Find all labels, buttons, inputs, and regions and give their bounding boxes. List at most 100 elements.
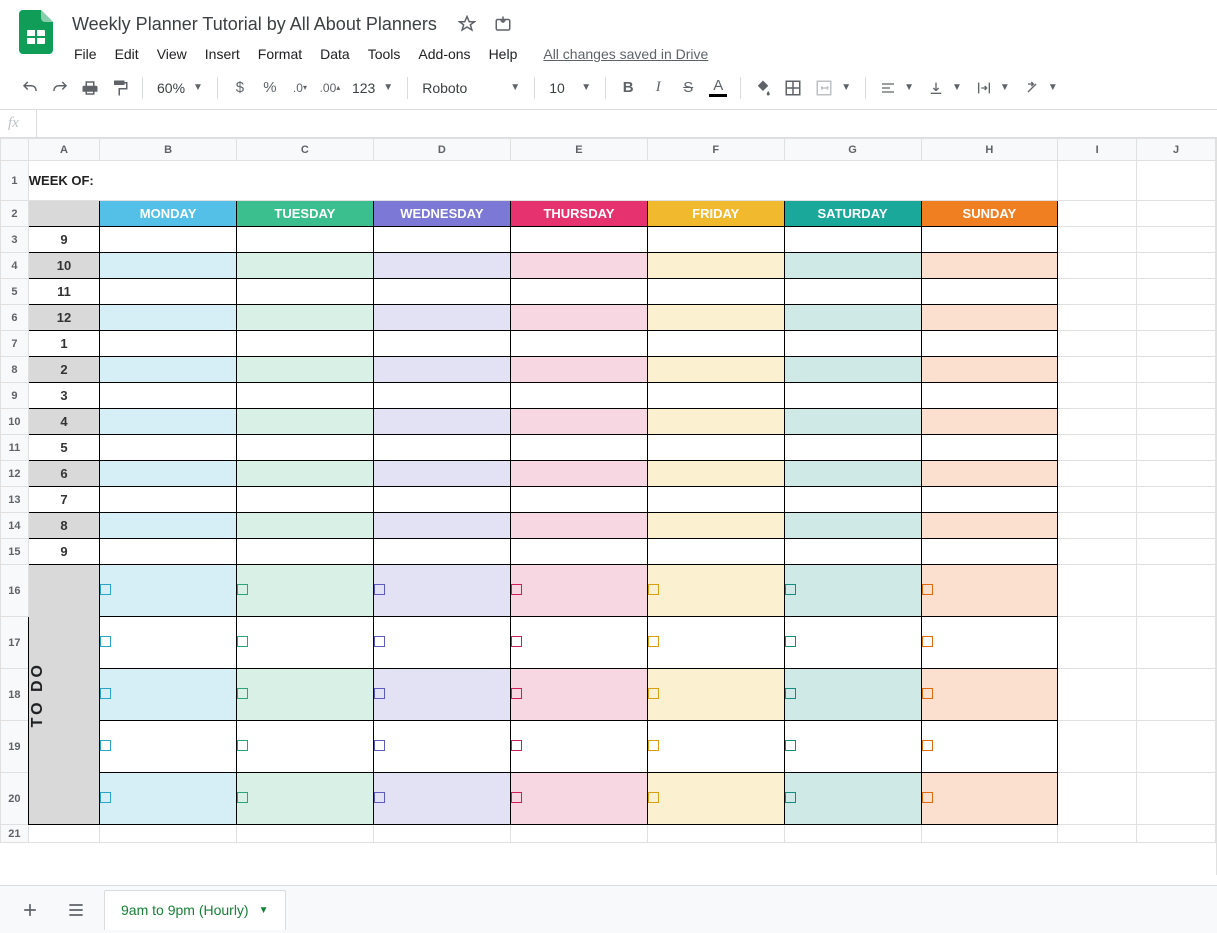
planner-slot[interactable]: [510, 383, 647, 409]
todo-cell[interactable]: [236, 721, 373, 773]
planner-slot[interactable]: [100, 513, 237, 539]
hour-label[interactable]: 6: [28, 461, 99, 487]
planner-slot[interactable]: [100, 409, 237, 435]
planner-slot[interactable]: [510, 305, 647, 331]
menu-edit[interactable]: Edit: [107, 42, 147, 66]
percent-button[interactable]: %: [256, 74, 284, 102]
planner-slot[interactable]: [373, 513, 510, 539]
planner-slot[interactable]: [784, 539, 921, 565]
planner-slot[interactable]: [510, 539, 647, 565]
menu-file[interactable]: File: [66, 42, 105, 66]
checkbox-icon[interactable]: [100, 740, 111, 751]
planner-slot[interactable]: [236, 409, 373, 435]
hour-label[interactable]: 9: [28, 539, 99, 565]
font-select[interactable]: Roboto▼: [416, 74, 526, 102]
blank-cell[interactable]: [236, 825, 373, 843]
planner-slot[interactable]: [647, 409, 784, 435]
planner-slot[interactable]: [236, 487, 373, 513]
planner-slot[interactable]: [236, 461, 373, 487]
todo-cell[interactable]: [373, 617, 510, 669]
save-status[interactable]: All changes saved in Drive: [543, 46, 708, 62]
undo-icon[interactable]: [16, 74, 44, 102]
blank-cell[interactable]: [28, 825, 99, 843]
checkbox-icon[interactable]: [237, 636, 248, 647]
todo-cell[interactable]: [647, 617, 784, 669]
checkbox-icon[interactable]: [237, 792, 248, 803]
row-header-16[interactable]: 16: [1, 565, 29, 617]
checkbox-icon[interactable]: [922, 584, 933, 595]
planner-slot[interactable]: [784, 331, 921, 357]
planner-slot[interactable]: [373, 253, 510, 279]
planner-slot[interactable]: [236, 357, 373, 383]
move-icon[interactable]: [491, 12, 515, 36]
row-header-17[interactable]: 17: [1, 617, 29, 669]
planner-slot[interactable]: [373, 227, 510, 253]
todo-cell[interactable]: [510, 617, 647, 669]
all-sheets-button[interactable]: [58, 892, 94, 928]
todo-cell[interactable]: [236, 617, 373, 669]
menu-help[interactable]: Help: [481, 42, 526, 66]
todo-cell[interactable]: [647, 721, 784, 773]
planner-slot[interactable]: [921, 357, 1058, 383]
checkbox-icon[interactable]: [922, 792, 933, 803]
planner-slot[interactable]: [784, 409, 921, 435]
planner-slot[interactable]: [647, 279, 784, 305]
blank-cell[interactable]: [921, 825, 1058, 843]
row-header-6[interactable]: 6: [1, 305, 29, 331]
day-header-tuesday[interactable]: TUESDAY: [236, 201, 373, 227]
row-header-19[interactable]: 19: [1, 721, 29, 773]
doc-title[interactable]: Weekly Planner Tutorial by All About Pla…: [66, 12, 443, 37]
planner-slot[interactable]: [100, 305, 237, 331]
planner-slot[interactable]: [373, 383, 510, 409]
todo-cell[interactable]: [100, 669, 237, 721]
col-header-E[interactable]: E: [510, 139, 647, 161]
row-header-14[interactable]: 14: [1, 513, 29, 539]
blank-cell[interactable]: [1058, 161, 1137, 201]
more-formats-select[interactable]: 123▼: [346, 74, 399, 102]
planner-slot[interactable]: [784, 305, 921, 331]
planner-slot[interactable]: [921, 461, 1058, 487]
planner-slot[interactable]: [510, 435, 647, 461]
planner-slot[interactable]: [784, 435, 921, 461]
planner-slot[interactable]: [921, 487, 1058, 513]
row-header-8[interactable]: 8: [1, 357, 29, 383]
planner-slot[interactable]: [100, 461, 237, 487]
planner-slot[interactable]: [373, 435, 510, 461]
menu-insert[interactable]: Insert: [197, 42, 248, 66]
todo-cell[interactable]: [784, 617, 921, 669]
todo-cell[interactable]: [373, 721, 510, 773]
planner-slot[interactable]: [236, 539, 373, 565]
planner-slot[interactable]: [100, 435, 237, 461]
row-header-1[interactable]: 1: [1, 161, 29, 201]
todo-cell[interactable]: [510, 773, 647, 825]
blank-cell[interactable]: [100, 825, 237, 843]
planner-slot[interactable]: [373, 409, 510, 435]
checkbox-icon[interactable]: [785, 688, 796, 699]
planner-slot[interactable]: [236, 435, 373, 461]
checkbox-icon[interactable]: [237, 740, 248, 751]
week-of-title[interactable]: WEEK OF:: [28, 161, 1057, 201]
select-all-corner[interactable]: [1, 139, 29, 161]
planner-slot[interactable]: [510, 279, 647, 305]
print-icon[interactable]: [76, 74, 104, 102]
checkbox-icon[interactable]: [648, 792, 659, 803]
planner-slot[interactable]: [510, 409, 647, 435]
planner-slot[interactable]: [784, 461, 921, 487]
planner-slot[interactable]: [100, 227, 237, 253]
planner-slot[interactable]: [373, 357, 510, 383]
hour-label[interactable]: 7: [28, 487, 99, 513]
todo-cell[interactable]: [784, 669, 921, 721]
checkbox-icon[interactable]: [511, 688, 522, 699]
planner-slot[interactable]: [510, 357, 647, 383]
checkbox-icon[interactable]: [374, 740, 385, 751]
hour-label[interactable]: 2: [28, 357, 99, 383]
todo-cell[interactable]: [784, 773, 921, 825]
blank-cell[interactable]: [1137, 161, 1216, 201]
menu-tools[interactable]: Tools: [360, 42, 409, 66]
todo-cell[interactable]: [100, 721, 237, 773]
col-header-A[interactable]: A: [28, 139, 99, 161]
todo-cell[interactable]: [510, 669, 647, 721]
text-color-button[interactable]: A: [704, 74, 732, 102]
day-header-saturday[interactable]: SATURDAY: [784, 201, 921, 227]
todo-cell[interactable]: [510, 721, 647, 773]
